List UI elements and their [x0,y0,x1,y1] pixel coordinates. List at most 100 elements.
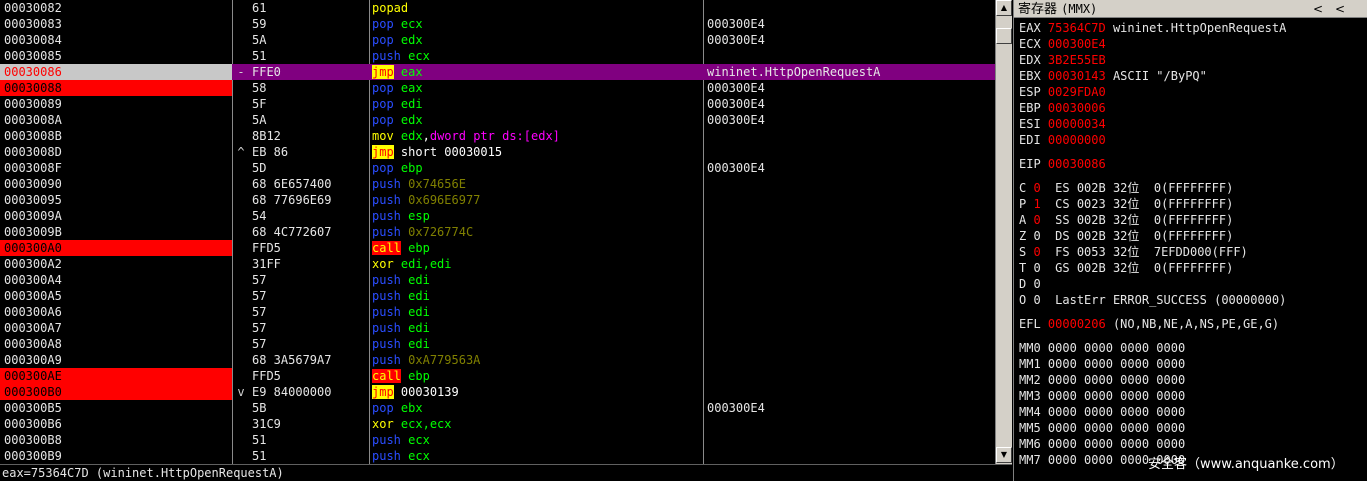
address-cell[interactable]: 000300B6 [0,416,232,432]
address-cell[interactable]: 000300A7 [0,320,232,336]
comment-cell[interactable] [707,320,995,336]
disasm-row[interactable]: 00030089 5F pop edi 000300E4 [0,96,995,112]
disasm-row[interactable]: 00030088 58 pop eax 000300E4 [0,80,995,96]
register-value[interactable]: 0000 0000 0000 0000 [1048,373,1185,387]
registers-prev-button[interactable]: < [1308,1,1328,17]
instruction-cell[interactable]: push edi [372,336,702,352]
register-value[interactable]: 0000 0000 0000 0000 [1048,405,1185,419]
comment-cell[interactable]: 000300E4 [707,400,995,416]
instruction-cell[interactable]: push edi [372,288,702,304]
register-value[interactable]: 00000000 [1048,133,1106,147]
instruction-cell[interactable]: push 0xA779563A [372,352,702,368]
disasm-row[interactable]: 0003008F 5D pop ebp 000300E4 [0,160,995,176]
disasm-row[interactable]: 0003008A 5A pop edx 000300E4 [0,112,995,128]
disasm-row[interactable]: 000300A8 57 push edi [0,336,995,352]
register-value[interactable]: 00000206 [1048,317,1106,331]
instruction-cell[interactable]: push 0x726774C [372,224,702,240]
comment-cell[interactable] [707,144,995,160]
disassembly-pane[interactable]: 00030082 61 popad 00030083 59 pop ecx 000300E4… [0,0,995,464]
address-cell[interactable]: 00030086 [0,64,232,80]
instruction-cell[interactable]: mov edx,dword ptr ds:[edx] [372,128,702,144]
register-value[interactable]: 3B2E55EB [1048,53,1106,67]
comment-cell[interactable] [707,0,995,16]
comment-cell[interactable]: 000300E4 [707,96,995,112]
register-value[interactable]: 0000 0000 0000 0000 [1048,341,1185,355]
disasm-row[interactable]: 000300A4 57 push edi [0,272,995,288]
comment-cell[interactable]: 000300E4 [707,160,995,176]
instruction-cell[interactable]: jmp eax [372,64,702,80]
scroll-up-button[interactable]: ▲ [996,0,1012,16]
disasm-row[interactable]: 000300A9 68 3A5679A7 push 0xA779563A [0,352,995,368]
address-cell[interactable]: 000300A4 [0,272,232,288]
disasm-row[interactable]: 00030082 61 popad [0,0,995,16]
instruction-cell[interactable]: push edi [372,304,702,320]
instruction-cell[interactable]: push edi [372,272,702,288]
address-cell[interactable]: 0003009A [0,208,232,224]
comment-cell[interactable]: 000300E4 [707,16,995,32]
scroll-down-button[interactable]: ▼ [996,447,1012,463]
register-value[interactable]: 0000 0000 0000 0000 [1048,421,1185,435]
address-cell[interactable]: 0003008A [0,112,232,128]
comment-cell[interactable] [707,304,995,320]
flag-value[interactable]: 0 [1033,261,1040,275]
disasm-row[interactable]: 000300B0 v E9 84000000 jmp 00030139 [0,384,995,400]
address-cell[interactable]: 00030088 [0,80,232,96]
address-cell[interactable]: 0003008D [0,144,232,160]
comment-cell[interactable] [707,256,995,272]
disasm-row[interactable]: 000300A5 57 push edi [0,288,995,304]
comment-cell[interactable] [707,176,995,192]
instruction-cell[interactable]: push ecx [372,48,702,64]
address-cell[interactable]: 000300A8 [0,336,232,352]
disasm-row[interactable]: 000300B9 51 push ecx [0,448,995,464]
scroll-thumb[interactable] [996,28,1012,44]
comment-cell[interactable] [707,368,995,384]
comment-cell[interactable]: 000300E4 [707,112,995,128]
instruction-cell[interactable]: pop edi [372,96,702,112]
disasm-row[interactable]: 0003009B 68 4C772607 push 0x726774C [0,224,995,240]
disasm-row[interactable]: 000300A2 31FF xor edi,edi [0,256,995,272]
disasm-row[interactable]: 000300B8 51 push ecx [0,432,995,448]
address-cell[interactable]: 0003009B [0,224,232,240]
address-cell[interactable]: 00030083 [0,16,232,32]
comment-cell[interactable]: 000300E4 [707,80,995,96]
instruction-cell[interactable]: pop ebp [372,160,702,176]
comment-cell[interactable] [707,416,995,432]
instruction-cell[interactable]: pop edx [372,112,702,128]
instruction-cell[interactable]: jmp 00030139 [372,384,702,400]
instruction-cell[interactable]: pop ebx [372,400,702,416]
address-cell[interactable]: 000300A9 [0,352,232,368]
address-cell[interactable]: 000300AE [0,368,232,384]
disasm-row[interactable]: 00030084 5A pop edx 000300E4 [0,32,995,48]
registers-mode[interactable]: (MMX) [1061,2,1097,16]
address-cell[interactable]: 000300A6 [0,304,232,320]
address-cell[interactable]: 000300B5 [0,400,232,416]
register-value[interactable]: 0000 0000 0000 0000 [1048,437,1185,451]
register-value[interactable]: 00030006 [1048,101,1106,115]
disasm-row[interactable]: 00030086- FFE0 jmp eax wininet.HttpOpenRequ… [0,64,995,80]
instruction-cell[interactable]: push ecx [372,432,702,448]
comment-cell[interactable] [707,224,995,240]
comment-cell[interactable] [707,192,995,208]
address-cell[interactable]: 00030089 [0,96,232,112]
disasm-row[interactable]: 0003008B 8B12 mov edx,dword ptr ds:[edx] [0,128,995,144]
comment-cell[interactable] [707,208,995,224]
register-value[interactable]: 0000 0000 0000 0000 [1048,357,1185,371]
instruction-cell[interactable]: push ecx [372,448,702,464]
flag-value[interactable]: 0 [1033,293,1040,307]
comment-cell[interactable] [707,352,995,368]
comment-cell[interactable] [707,288,995,304]
register-value[interactable]: 75364C7D [1048,21,1106,35]
instruction-cell[interactable]: xor edi,edi [372,256,702,272]
disasm-row[interactable]: 000300AE FFD5 call ebp [0,368,995,384]
address-cell[interactable]: 000300B9 [0,448,232,464]
disasm-row[interactable]: 00030085 51 push ecx [0,48,995,64]
comment-cell[interactable] [707,336,995,352]
address-cell[interactable]: 000300B0 [0,384,232,400]
instruction-cell[interactable]: push esp [372,208,702,224]
instruction-cell[interactable]: pop eax [372,80,702,96]
comment-cell[interactable] [707,432,995,448]
address-cell[interactable]: 00030090 [0,176,232,192]
address-cell[interactable]: 00030084 [0,32,232,48]
instruction-cell[interactable]: call ebp [372,240,702,256]
comment-cell[interactable] [707,48,995,64]
